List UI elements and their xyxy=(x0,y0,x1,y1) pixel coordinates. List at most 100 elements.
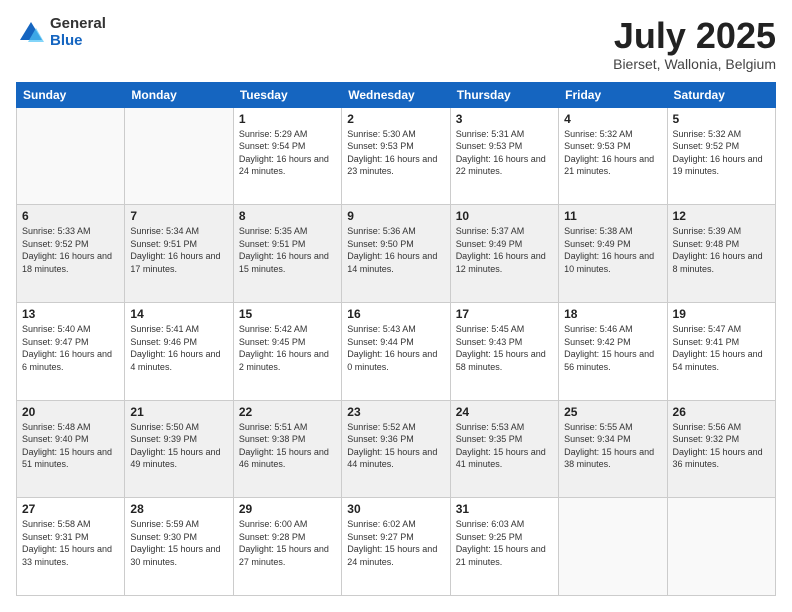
day-info: Sunrise: 5:31 AMSunset: 9:53 PMDaylight:… xyxy=(456,128,553,178)
day-number: 10 xyxy=(456,209,553,223)
calendar-cell: 7Sunrise: 5:34 AMSunset: 9:51 PMDaylight… xyxy=(125,205,233,303)
day-info: Sunrise: 6:03 AMSunset: 9:25 PMDaylight:… xyxy=(456,518,553,568)
day-number: 28 xyxy=(130,502,227,516)
day-number: 2 xyxy=(347,112,444,126)
title-area: July 2025 Bierset, Wallonia, Belgium xyxy=(613,16,776,72)
calendar-cell: 24 Sunrise: 5:53 AMSunset: 9:35 PMDayligh… xyxy=(450,400,558,498)
day-info: Sunrise: 5:33 AMSunset: 9:52 PMDaylight:… xyxy=(22,225,119,275)
location-subtitle: Bierset, Wallonia, Belgium xyxy=(613,56,776,72)
day-info: Sunrise: 5:53 AMSunset: 9:35 PMDaylight:… xyxy=(456,421,553,471)
calendar-cell: 13Sunrise: 5:40 AMSunset: 9:47 PMDayligh… xyxy=(17,302,125,400)
calendar-cell: 26 Sunrise: 5:56 AMSunset: 9:32 PMDayligh… xyxy=(667,400,775,498)
day-info: Sunrise: 5:38 AMSunset: 9:49 PMDaylight:… xyxy=(564,225,661,275)
calendar-week-5: 27 Sunrise: 5:58 AMSunset: 9:31 PMDayligh… xyxy=(17,498,776,596)
day-info: Sunrise: 5:46 AMSunset: 9:42 PMDaylight:… xyxy=(564,323,661,373)
day-number: 1 xyxy=(239,112,336,126)
calendar-week-2: 6 Sunrise: 5:33 AMSunset: 9:52 PMDaylight… xyxy=(17,205,776,303)
day-number: 9 xyxy=(347,209,444,223)
col-saturday: Saturday xyxy=(667,82,775,107)
calendar-cell: 6 Sunrise: 5:33 AMSunset: 9:52 PMDaylight… xyxy=(17,205,125,303)
day-number: 19 xyxy=(673,307,770,321)
logo: General Blue xyxy=(16,16,106,49)
day-number: 29 xyxy=(239,502,336,516)
day-number: 7 xyxy=(130,209,227,223)
day-info: Sunrise: 5:51 AMSunset: 9:38 PMDaylight:… xyxy=(239,421,336,471)
calendar-cell: 4Sunrise: 5:32 AMSunset: 9:53 PMDaylight… xyxy=(559,107,667,205)
day-number: 12 xyxy=(673,209,770,223)
day-number: 30 xyxy=(347,502,444,516)
day-info: Sunrise: 5:30 AMSunset: 9:53 PMDaylight:… xyxy=(347,128,444,178)
calendar-cell: 27 Sunrise: 5:58 AMSunset: 9:31 PMDayligh… xyxy=(17,498,125,596)
day-info: Sunrise: 5:35 AMSunset: 9:51 PMDaylight:… xyxy=(239,225,336,275)
calendar-table: Sunday Monday Tuesday Wednesday Thursday… xyxy=(16,82,776,596)
page: General Blue July 2025 Bierset, Wallonia… xyxy=(0,0,792,612)
day-info: Sunrise: 5:36 AMSunset: 9:50 PMDaylight:… xyxy=(347,225,444,275)
day-number: 27 xyxy=(22,502,119,516)
calendar-week-1: 1Sunrise: 5:29 AMSunset: 9:54 PMDaylight… xyxy=(17,107,776,205)
day-number: 23 xyxy=(347,405,444,419)
calendar-cell: 18Sunrise: 5:46 AMSunset: 9:42 PMDayligh… xyxy=(559,302,667,400)
day-number: 4 xyxy=(564,112,661,126)
day-info: Sunrise: 5:40 AMSunset: 9:47 PMDaylight:… xyxy=(22,323,119,373)
calendar-cell: 12 Sunrise: 5:39 AMSunset: 9:48 PMDayligh… xyxy=(667,205,775,303)
day-number: 11 xyxy=(564,209,661,223)
calendar-cell: 3 Sunrise: 5:31 AMSunset: 9:53 PMDaylight… xyxy=(450,107,558,205)
day-number: 22 xyxy=(239,405,336,419)
day-number: 26 xyxy=(673,405,770,419)
day-info: Sunrise: 5:32 AMSunset: 9:52 PMDaylight:… xyxy=(673,128,770,178)
col-sunday: Sunday xyxy=(17,82,125,107)
calendar-week-3: 13Sunrise: 5:40 AMSunset: 9:47 PMDayligh… xyxy=(17,302,776,400)
calendar-cell xyxy=(125,107,233,205)
calendar-cell: 1Sunrise: 5:29 AMSunset: 9:54 PMDaylight… xyxy=(233,107,341,205)
calendar-header-row: Sunday Monday Tuesday Wednesday Thursday… xyxy=(17,82,776,107)
calendar-cell xyxy=(17,107,125,205)
col-thursday: Thursday xyxy=(450,82,558,107)
calendar-cell: 21 Sunrise: 5:50 AMSunset: 9:39 PMDayligh… xyxy=(125,400,233,498)
calendar-cell: 11 Sunrise: 5:38 AMSunset: 9:49 PMDayligh… xyxy=(559,205,667,303)
col-monday: Monday xyxy=(125,82,233,107)
calendar-cell: 19 Sunrise: 5:47 AMSunset: 9:41 PMDayligh… xyxy=(667,302,775,400)
day-info: Sunrise: 5:52 AMSunset: 9:36 PMDaylight:… xyxy=(347,421,444,471)
calendar-cell: 17Sunrise: 5:45 AMSunset: 9:43 PMDayligh… xyxy=(450,302,558,400)
calendar-cell: 30 Sunrise: 6:02 AMSunset: 9:27 PMDayligh… xyxy=(342,498,450,596)
day-number: 31 xyxy=(456,502,553,516)
calendar-cell: 29 Sunrise: 6:00 AMSunset: 9:28 PMDayligh… xyxy=(233,498,341,596)
calendar-cell: 23 Sunrise: 5:52 AMSunset: 9:36 PMDayligh… xyxy=(342,400,450,498)
day-info: Sunrise: 5:55 AMSunset: 9:34 PMDaylight:… xyxy=(564,421,661,471)
day-number: 5 xyxy=(673,112,770,126)
logo-blue-text: Blue xyxy=(50,33,106,50)
col-wednesday: Wednesday xyxy=(342,82,450,107)
day-info: Sunrise: 5:39 AMSunset: 9:48 PMDaylight:… xyxy=(673,225,770,275)
logo-general-text: General xyxy=(50,16,106,33)
header: General Blue July 2025 Bierset, Wallonia… xyxy=(16,16,776,72)
calendar-cell: 16 Sunrise: 5:43 AMSunset: 9:44 PMDayligh… xyxy=(342,302,450,400)
logo-icon xyxy=(16,18,46,48)
day-number: 8 xyxy=(239,209,336,223)
day-info: Sunrise: 5:59 AMSunset: 9:30 PMDaylight:… xyxy=(130,518,227,568)
calendar-cell: 5 Sunrise: 5:32 AMSunset: 9:52 PMDaylight… xyxy=(667,107,775,205)
day-info: Sunrise: 5:48 AMSunset: 9:40 PMDaylight:… xyxy=(22,421,119,471)
day-info: Sunrise: 6:02 AMSunset: 9:27 PMDaylight:… xyxy=(347,518,444,568)
calendar-cell: 2 Sunrise: 5:30 AMSunset: 9:53 PMDaylight… xyxy=(342,107,450,205)
day-info: Sunrise: 5:56 AMSunset: 9:32 PMDaylight:… xyxy=(673,421,770,471)
day-info: Sunrise: 6:00 AMSunset: 9:28 PMDaylight:… xyxy=(239,518,336,568)
day-number: 24 xyxy=(456,405,553,419)
day-info: Sunrise: 5:50 AMSunset: 9:39 PMDaylight:… xyxy=(130,421,227,471)
calendar-cell: 8 Sunrise: 5:35 AMSunset: 9:51 PMDaylight… xyxy=(233,205,341,303)
day-number: 6 xyxy=(22,209,119,223)
calendar-cell xyxy=(667,498,775,596)
day-number: 16 xyxy=(347,307,444,321)
day-number: 3 xyxy=(456,112,553,126)
day-info: Sunrise: 5:47 AMSunset: 9:41 PMDaylight:… xyxy=(673,323,770,373)
calendar-cell: 28 Sunrise: 5:59 AMSunset: 9:30 PMDayligh… xyxy=(125,498,233,596)
day-number: 21 xyxy=(130,405,227,419)
month-title: July 2025 xyxy=(613,16,776,56)
day-info: Sunrise: 5:58 AMSunset: 9:31 PMDaylight:… xyxy=(22,518,119,568)
day-info: Sunrise: 5:41 AMSunset: 9:46 PMDaylight:… xyxy=(130,323,227,373)
day-info: Sunrise: 5:43 AMSunset: 9:44 PMDaylight:… xyxy=(347,323,444,373)
day-info: Sunrise: 5:42 AMSunset: 9:45 PMDaylight:… xyxy=(239,323,336,373)
calendar-cell: 10Sunrise: 5:37 AMSunset: 9:49 PMDayligh… xyxy=(450,205,558,303)
calendar-cell: 31 Sunrise: 6:03 AMSunset: 9:25 PMDayligh… xyxy=(450,498,558,596)
logo-text: General Blue xyxy=(50,16,106,49)
day-number: 20 xyxy=(22,405,119,419)
